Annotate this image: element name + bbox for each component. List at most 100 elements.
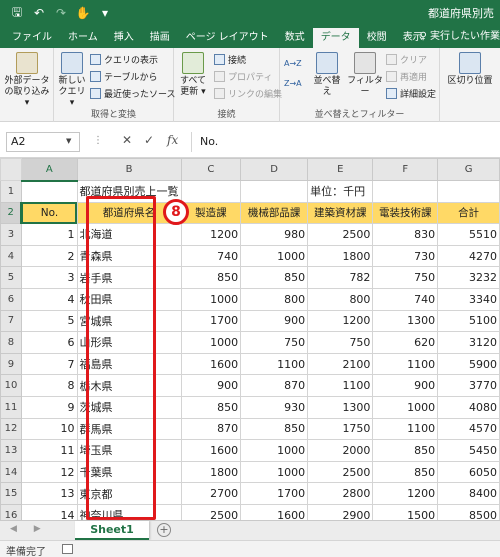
undo-icon[interactable]: ↶ — [28, 2, 50, 24]
row-header[interactable]: 1 — [0, 180, 22, 203]
worksheet-grid[interactable]: A B C D E F G 1 都道府県別売上一覧 単位：千円 2 No. 都道府県名 製造… — [0, 158, 500, 520]
cell-e8[interactable]: 750 — [307, 331, 374, 354]
cell-c6[interactable]: 1000 — [180, 287, 242, 311]
cell-f7[interactable]: 1300 — [372, 309, 439, 333]
cell-d4[interactable]: 1000 — [240, 244, 309, 268]
properties-button[interactable]: プロパティ — [214, 69, 272, 83]
cell-e9[interactable]: 2100 — [307, 352, 374, 376]
cell-c2[interactable]: 製造課 — [180, 201, 242, 225]
cell-b15[interactable]: 東京都 — [76, 482, 182, 505]
cell-c16[interactable]: 2500 — [180, 503, 242, 520]
cell-b3[interactable]: 北海道 — [76, 223, 182, 246]
cell-g3[interactable]: 5510 — [437, 223, 500, 246]
cell-e11[interactable]: 1300 — [307, 395, 374, 419]
column-header-a[interactable]: A — [20, 158, 78, 182]
cell-f10[interactable]: 900 — [372, 374, 439, 397]
row-header[interactable]: 7 — [0, 309, 22, 333]
cell-e14[interactable]: 2500 — [307, 460, 374, 484]
cell-e3[interactable]: 2500 — [307, 223, 374, 246]
cell-a11[interactable]: 9 — [20, 395, 78, 419]
cell-a8[interactable]: 6 — [20, 331, 78, 354]
column-header-g[interactable]: G — [437, 158, 500, 181]
row-header[interactable]: 12 — [0, 417, 22, 441]
row-header[interactable]: 9 — [0, 352, 22, 376]
cell-b8[interactable]: 山形県 — [76, 331, 182, 354]
cell-d11[interactable]: 930 — [240, 395, 309, 419]
cell-d7[interactable]: 900 — [240, 309, 309, 333]
cell-g11[interactable]: 4080 — [437, 395, 500, 419]
column-header-d[interactable]: D — [240, 158, 309, 181]
cell-c14[interactable]: 1800 — [180, 460, 242, 484]
sort-descending-button[interactable]: Z→A — [284, 76, 302, 90]
cell-b10[interactable]: 栃木県 — [76, 374, 182, 397]
cell-c11[interactable]: 850 — [180, 395, 242, 419]
cell-a3[interactable]: 1 — [20, 223, 78, 246]
sort-button[interactable]: 並べ替え — [310, 52, 344, 98]
redo-icon[interactable]: ↷ — [50, 2, 72, 24]
row-header[interactable]: 2 — [0, 201, 23, 225]
cell-a15[interactable]: 13 — [20, 482, 78, 505]
cell-f14[interactable]: 850 — [372, 460, 439, 484]
save-icon[interactable]: 🖫 — [6, 2, 28, 24]
cell-c15[interactable]: 2700 — [180, 482, 242, 505]
add-sheet-icon[interactable]: + — [157, 523, 171, 537]
row-header[interactable]: 13 — [0, 439, 22, 462]
cell-a12[interactable]: 10 — [20, 417, 78, 441]
customize-qat-icon[interactable]: ▾ — [94, 2, 116, 24]
prev-sheet-icon[interactable]: ◀ — [10, 524, 17, 534]
cell-e2[interactable]: 建築資材課 — [307, 201, 374, 225]
cell-f1[interactable] — [372, 180, 439, 203]
cell-d12[interactable]: 850 — [240, 417, 309, 441]
cell-c8[interactable]: 1000 — [180, 331, 242, 354]
cancel-icon[interactable]: ✕ — [122, 133, 132, 147]
edit-links-button[interactable]: リンクの編集 — [214, 86, 282, 100]
cell-b5[interactable]: 岩手県 — [76, 266, 182, 289]
tab-data[interactable]: データ — [312, 28, 359, 48]
formula-input[interactable]: No. — [191, 132, 500, 152]
show-queries-button[interactable]: クエリの表示 — [90, 52, 158, 66]
filter-button[interactable]: フィルター — [346, 52, 384, 98]
cell-a10[interactable]: 8 — [20, 374, 78, 397]
cell-c5[interactable]: 850 — [180, 266, 242, 289]
cell-a13[interactable]: 11 — [20, 439, 78, 462]
cell-g4[interactable]: 4270 — [437, 244, 500, 268]
cell-f12[interactable]: 1100 — [372, 417, 439, 441]
cell-e5[interactable]: 782 — [307, 266, 374, 289]
cell-c13[interactable]: 1600 — [180, 439, 242, 462]
cell-f11[interactable]: 1000 — [372, 395, 439, 419]
cell-g1[interactable] — [437, 180, 500, 203]
cell-d6[interactable]: 800 — [240, 287, 309, 311]
cell-g12[interactable]: 4570 — [437, 417, 500, 441]
cell-b11[interactable]: 茨城県 — [76, 395, 182, 419]
tab-formulas[interactable]: 数式 — [277, 28, 313, 48]
row-header[interactable]: 3 — [0, 223, 22, 246]
cell-c10[interactable]: 900 — [180, 374, 242, 397]
cell-c3[interactable]: 1200 — [180, 223, 242, 246]
cell-g14[interactable]: 6050 — [437, 460, 500, 484]
cell-d10[interactable]: 870 — [240, 374, 309, 397]
cell-e7[interactable]: 1200 — [307, 309, 374, 333]
cell-a1[interactable] — [20, 180, 78, 203]
from-table-button[interactable]: テーブルから — [90, 69, 157, 83]
cell-a2[interactable]: No. — [20, 201, 78, 225]
cell-c4[interactable]: 740 — [180, 244, 242, 268]
cell-b12[interactable]: 群馬県 — [76, 417, 182, 441]
cell-b1[interactable]: 都道府県別売上一覧 — [76, 180, 182, 203]
cell-b16[interactable]: 神奈川県 — [76, 503, 182, 520]
select-all-corner[interactable] — [0, 158, 22, 181]
cell-c1[interactable] — [180, 180, 242, 203]
cell-f2[interactable]: 電装技術課 — [372, 201, 439, 225]
tab-page-layout[interactable]: ページ レイアウト — [178, 28, 277, 48]
cell-b7[interactable]: 宮城県 — [76, 309, 182, 333]
refresh-all-button[interactable]: すべて更新 ▾ — [176, 52, 210, 98]
cell-b9[interactable]: 福島県 — [76, 352, 182, 376]
clear-filter-button[interactable]: クリア — [386, 52, 427, 66]
cell-c7[interactable]: 1700 — [180, 309, 242, 333]
cell-f9[interactable]: 1100 — [372, 352, 439, 376]
cell-d14[interactable]: 1000 — [240, 460, 309, 484]
cell-g9[interactable]: 5900 — [437, 352, 500, 376]
cell-f8[interactable]: 620 — [372, 331, 439, 354]
cell-g8[interactable]: 3120 — [437, 331, 500, 354]
tab-insert[interactable]: 挿入 — [106, 28, 142, 48]
cell-f6[interactable]: 740 — [372, 287, 439, 311]
